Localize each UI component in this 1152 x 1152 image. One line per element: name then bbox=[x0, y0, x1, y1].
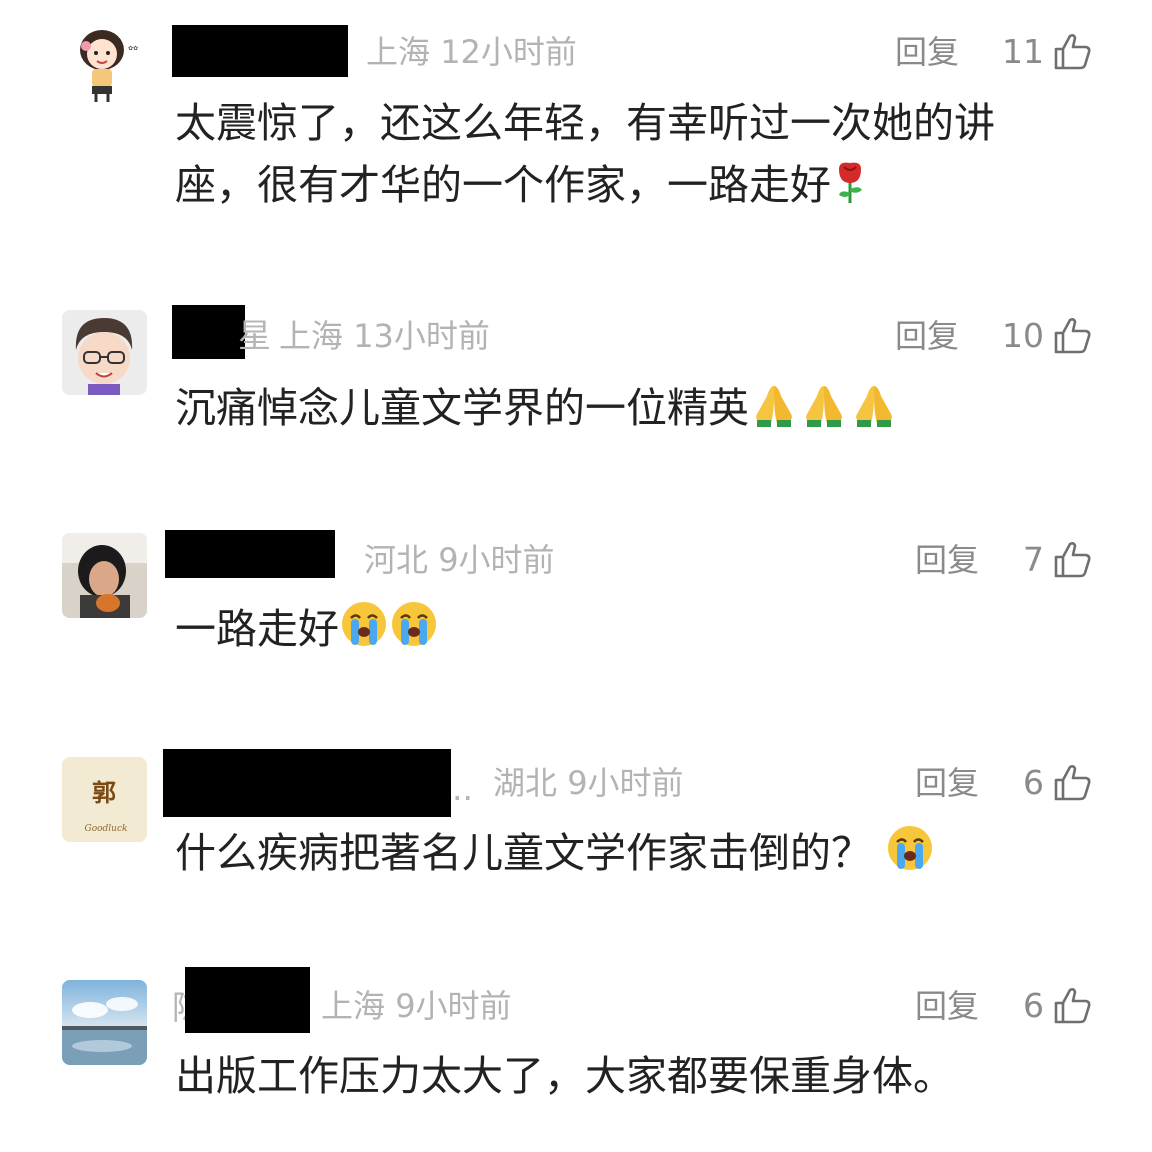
rose-icon bbox=[839, 162, 862, 203]
reply-button[interactable]: 回复 bbox=[895, 24, 959, 80]
like-count: 7 bbox=[1023, 540, 1044, 579]
comment-text: 一路走好 bbox=[175, 598, 1075, 660]
like-count: 11 bbox=[1002, 32, 1044, 71]
time-label: 9小时前 bbox=[395, 987, 512, 1025]
redacted-username[interactable] bbox=[165, 530, 335, 578]
redacted-username[interactable] bbox=[163, 749, 451, 817]
reply-button[interactable]: 回复 bbox=[915, 978, 979, 1034]
comment-text: 出版工作压力太大了，大家都要保重身体。 bbox=[175, 1045, 1075, 1107]
thumbs-up-icon[interactable] bbox=[1052, 763, 1092, 803]
comment-text: 什么疾病把著名儿童文学作家击倒的？ bbox=[175, 822, 1075, 884]
location-time: 上海 13小时前 bbox=[279, 308, 490, 364]
comment-body: 什么疾病把著名儿童文学作家击倒的？ bbox=[175, 829, 872, 877]
crying-face-icon bbox=[392, 602, 436, 646]
redacted-username[interactable] bbox=[172, 25, 348, 77]
comment-body: 沉痛悼念儿童文学界的一位精英 bbox=[175, 384, 749, 432]
comment-body: 一路走好 bbox=[175, 605, 339, 653]
redacted-username[interactable] bbox=[172, 305, 245, 359]
thumbs-up-icon[interactable] bbox=[1052, 986, 1092, 1026]
comment-meta: 上海 12小时前 回复 11 bbox=[0, 24, 1152, 80]
redacted-username[interactable] bbox=[185, 967, 310, 1033]
location-time: 上海 12小时前 bbox=[366, 24, 577, 80]
username-suffix[interactable]: .. bbox=[452, 761, 473, 817]
comment-meta: 河北 9小时前 回复 7 bbox=[0, 530, 1152, 588]
like-count: 6 bbox=[1023, 763, 1044, 802]
comment-meta: .. 湖北 9小时前 回复 6 bbox=[0, 749, 1152, 817]
comment-text: 太震惊了，还这么年轻，有幸听过一次她的讲座，很有才华的一个作家，一路走好 bbox=[175, 92, 1075, 216]
pray-icon bbox=[856, 386, 892, 427]
pray-icon bbox=[756, 386, 792, 427]
reply-button[interactable]: 回复 bbox=[915, 532, 979, 588]
username-suffix[interactable]: 星 bbox=[238, 308, 271, 364]
reply-button[interactable]: 回复 bbox=[895, 308, 959, 364]
comment-meta: 陈 上海 9小时前 回复 6 bbox=[0, 967, 1152, 1034]
comment-text: 沉痛悼念儿童文学界的一位精英 bbox=[175, 377, 1075, 439]
thumbs-up-icon[interactable] bbox=[1052, 316, 1092, 356]
reply-button[interactable]: 回复 bbox=[915, 755, 979, 811]
crying-face-icon bbox=[342, 602, 386, 646]
location-label: 上海 bbox=[321, 987, 386, 1025]
comment-body: 出版工作压力太大了，大家都要保重身体。 bbox=[175, 1052, 954, 1100]
like-count: 10 bbox=[1002, 316, 1044, 355]
time-label: 9小时前 bbox=[438, 541, 555, 579]
like-count: 6 bbox=[1023, 986, 1044, 1025]
location-label: 湖北 bbox=[493, 764, 558, 802]
crying-face-icon bbox=[888, 826, 933, 870]
time-label: 13小时前 bbox=[353, 317, 490, 355]
avatar-subtext: Goodluck bbox=[85, 824, 128, 834]
time-label: 9小时前 bbox=[567, 764, 684, 802]
time-label: 12小时前 bbox=[440, 33, 577, 71]
pray-icon bbox=[806, 386, 842, 427]
comment-body: 太震惊了，还这么年轻，有幸听过一次她的讲座，很有才华的一个作家，一路走好 bbox=[175, 99, 995, 209]
location-label: 上海 bbox=[366, 33, 431, 71]
location-time: 河北 9小时前 bbox=[364, 532, 555, 588]
thumbs-up-icon[interactable] bbox=[1052, 32, 1092, 72]
thumbs-up-icon[interactable] bbox=[1052, 540, 1092, 580]
location-time: 湖北 9小时前 bbox=[493, 755, 684, 811]
comment-meta: 星 上海 13小时前 回复 10 bbox=[0, 305, 1152, 364]
location-label: 河北 bbox=[364, 541, 429, 579]
location-label: 上海 bbox=[279, 317, 344, 355]
location-time: 上海 9小时前 bbox=[321, 978, 512, 1034]
